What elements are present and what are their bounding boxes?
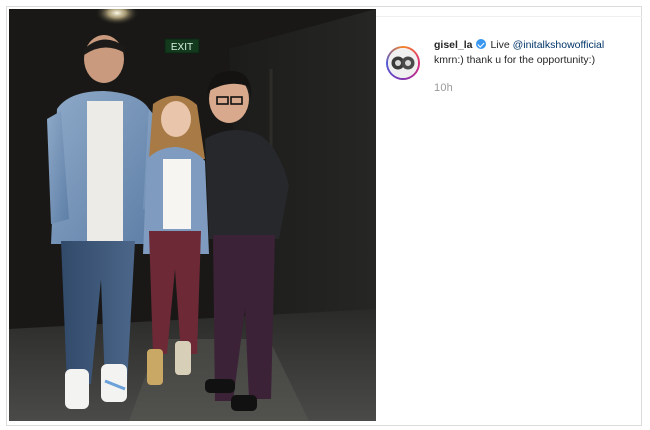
caption-prefix: Live xyxy=(490,39,513,51)
exit-sign-text: EXIT xyxy=(171,42,193,53)
timestamp[interactable]: 10h xyxy=(434,82,453,94)
avatar[interactable] xyxy=(386,46,420,80)
caption-text: kmrn:) thank u for the opportunity:) xyxy=(434,54,596,66)
caption: gisel_la Live @initalkshowofficial kmrn:… xyxy=(434,38,634,68)
verified-badge-icon xyxy=(475,39,486,49)
avatar-icon xyxy=(388,48,418,78)
comment-panel: gisel_la Live @initalkshowofficial kmrn:… xyxy=(376,16,640,416)
photo-illustration: EXIT xyxy=(9,9,376,421)
post-photo[interactable]: EXIT xyxy=(9,9,376,421)
username-link[interactable]: gisel_la xyxy=(434,39,473,51)
avatar-image xyxy=(388,48,418,78)
mention-link[interactable]: @initalkshowofficial xyxy=(513,39,605,51)
